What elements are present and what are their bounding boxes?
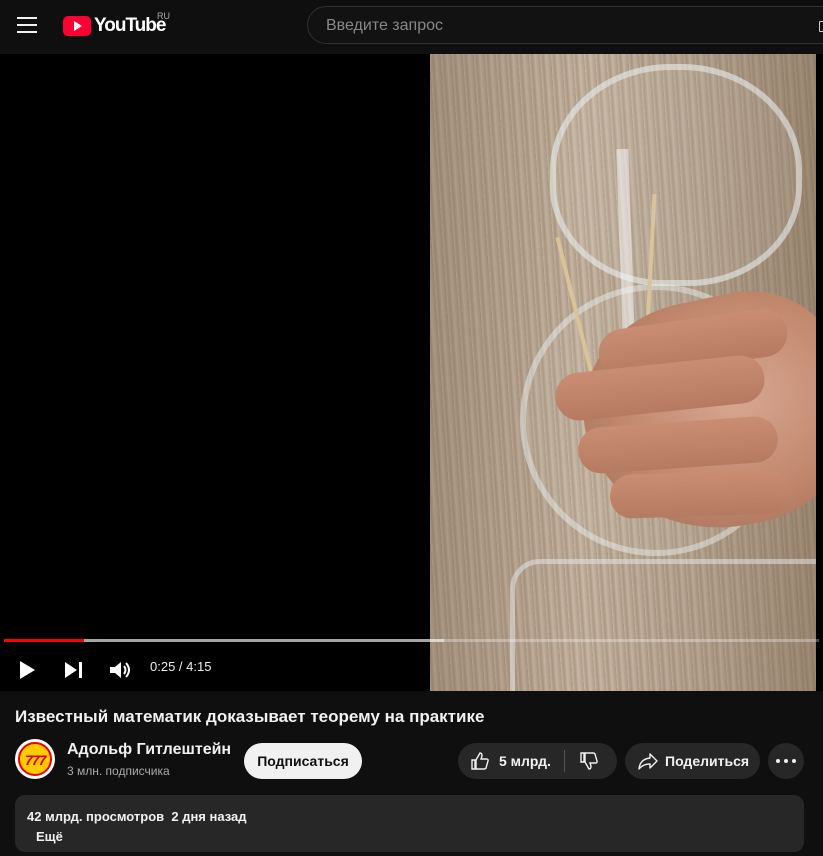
progress-bar[interactable] bbox=[4, 639, 819, 642]
subscribe-button[interactable]: Подписаться bbox=[244, 743, 362, 779]
logo-text: YouTube bbox=[94, 15, 166, 36]
view-stats: 42 млрд. просмотров 2 дня назад bbox=[27, 809, 247, 824]
volume-icon[interactable] bbox=[106, 656, 134, 684]
played-bar bbox=[4, 639, 84, 642]
keyboard-icon[interactable] bbox=[819, 21, 823, 32]
video-title: Известный математик доказывает теорему н… bbox=[15, 707, 485, 726]
masthead: YouTube RU bbox=[0, 0, 823, 54]
video-frame bbox=[430, 54, 816, 691]
search-input[interactable] bbox=[324, 16, 808, 36]
player-controls: 0:25 / 4:15 bbox=[0, 650, 823, 690]
play-icon[interactable] bbox=[13, 656, 41, 684]
subscriber-count: 3 млн. подписчика bbox=[67, 764, 170, 778]
more-actions-button[interactable] bbox=[768, 743, 804, 779]
menu-icon[interactable] bbox=[17, 17, 37, 33]
channel-name[interactable]: Адольф Гитлештейн bbox=[67, 741, 231, 759]
description-box[interactable]: 42 млрд. просмотров 2 дня назад Ещё bbox=[15, 795, 804, 852]
like-count: 5 млрд. bbox=[499, 753, 551, 769]
show-more-link[interactable]: Ещё bbox=[36, 829, 63, 844]
youtube-play-logo-icon bbox=[63, 16, 91, 36]
thumbs-down-icon bbox=[580, 752, 598, 770]
channel-avatar[interactable]: 777 bbox=[15, 739, 55, 779]
video-player[interactable]: 0:25 / 4:15 bbox=[0, 54, 823, 691]
more-dots-icon bbox=[776, 759, 780, 763]
share-icon bbox=[638, 753, 658, 770]
dislike-button[interactable] bbox=[565, 743, 617, 779]
youtube-logo[interactable]: YouTube bbox=[63, 14, 166, 38]
share-button[interactable]: Поделиться bbox=[625, 743, 760, 779]
share-label: Поделиться bbox=[665, 753, 750, 769]
thumbs-up-icon bbox=[471, 752, 489, 770]
avatar-logo: 777 bbox=[18, 742, 52, 776]
like-dislike-group: 5 млрд. bbox=[458, 743, 617, 779]
search-box bbox=[307, 6, 823, 44]
like-button[interactable]: 5 млрд. bbox=[458, 743, 564, 779]
region-code: RU bbox=[157, 11, 170, 21]
next-icon[interactable] bbox=[60, 656, 88, 684]
time-display: 0:25 / 4:15 bbox=[150, 659, 212, 674]
